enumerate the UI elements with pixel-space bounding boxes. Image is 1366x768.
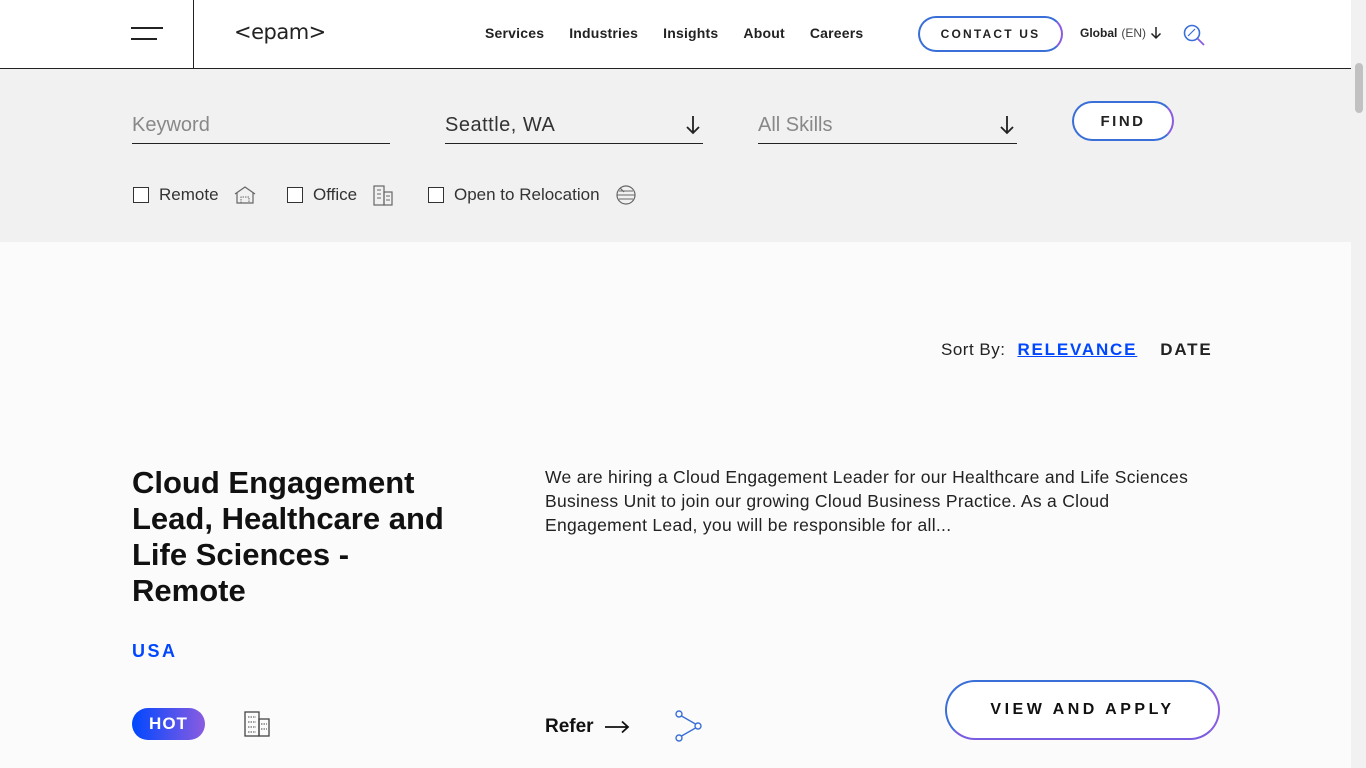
job-location: USA [132, 641, 178, 661]
refer-link[interactable]: Refer [545, 716, 630, 738]
language-selector[interactable]: Global (EN) [1080, 26, 1162, 40]
nav-careers[interactable]: Careers [810, 25, 864, 41]
sort-relevance-link[interactable]: RELEVANCE [1017, 340, 1137, 360]
epam-logo[interactable]: <epam> [234, 20, 326, 44]
arrow-right-icon [604, 720, 629, 734]
office-label: Office [313, 185, 358, 204]
keyword-input[interactable]: Keyword [132, 111, 390, 144]
sort-controls: Sort By: RELEVANCE DATE [941, 340, 1212, 360]
job-title[interactable]: Cloud Engagement Lead, Healthcare and Li… [132, 465, 452, 609]
office-checkbox[interactable]: Office [287, 183, 395, 207]
nav-about[interactable]: About [743, 25, 784, 41]
share-icon[interactable] [672, 710, 704, 742]
header-divider [193, 0, 194, 69]
site-header: <epam> Services Industries Insights Abou… [0, 0, 1351, 69]
checkbox-box[interactable] [428, 187, 444, 203]
contact-us-button[interactable]: CONTACT US [918, 16, 1063, 52]
hot-badge: HOT [132, 708, 205, 740]
skills-placeholder: All Skills [758, 114, 833, 136]
search-icon[interactable] [1182, 23, 1206, 47]
location-select[interactable]: Seattle, WA [445, 111, 703, 144]
checkbox-box[interactable] [287, 187, 303, 203]
main-nav: Services Industries Insights About Caree… [485, 25, 888, 41]
language-code: (EN) [1121, 26, 1147, 40]
nav-industries[interactable]: Industries [569, 25, 638, 41]
location-value: Seattle, WA [445, 114, 556, 136]
arrow-down-icon [1000, 116, 1014, 135]
remote-house-icon [234, 186, 255, 204]
view-and-apply-button[interactable]: VIEW AND APPLY [945, 680, 1220, 740]
nav-services[interactable]: Services [485, 25, 544, 41]
relocation-label: Open to Relocation [454, 185, 600, 204]
keyword-placeholder: Keyword [132, 114, 210, 136]
checkbox-box[interactable] [133, 187, 149, 203]
menu-hamburger-button[interactable] [131, 25, 163, 43]
find-button[interactable]: FIND [1072, 101, 1174, 141]
job-description: We are hiring a Cloud Engagement Leader … [545, 467, 1189, 535]
job-search-filters: Keyword Seattle, WA All Skills FIND Remo… [0, 69, 1351, 242]
office-building-icon [373, 185, 393, 206]
arrow-down-icon [686, 116, 700, 135]
refer-label: Refer [545, 716, 594, 737]
relocation-checkbox[interactable]: Open to Relocation [428, 183, 638, 207]
office-building-icon [244, 711, 270, 737]
remote-label: Remote [159, 185, 219, 204]
nav-insights[interactable]: Insights [663, 25, 718, 41]
scrollbar-thumb[interactable] [1355, 63, 1363, 113]
global-label: Global [1080, 26, 1118, 40]
skills-select[interactable]: All Skills [758, 111, 1017, 144]
remote-checkbox[interactable]: Remote [133, 183, 257, 207]
arrow-down-icon [1150, 27, 1162, 40]
relocation-globe-icon [615, 185, 636, 205]
page-scrollbar[interactable] [1351, 0, 1366, 768]
sort-date-link[interactable]: DATE [1160, 340, 1212, 360]
sort-label: Sort By: [941, 340, 1006, 359]
